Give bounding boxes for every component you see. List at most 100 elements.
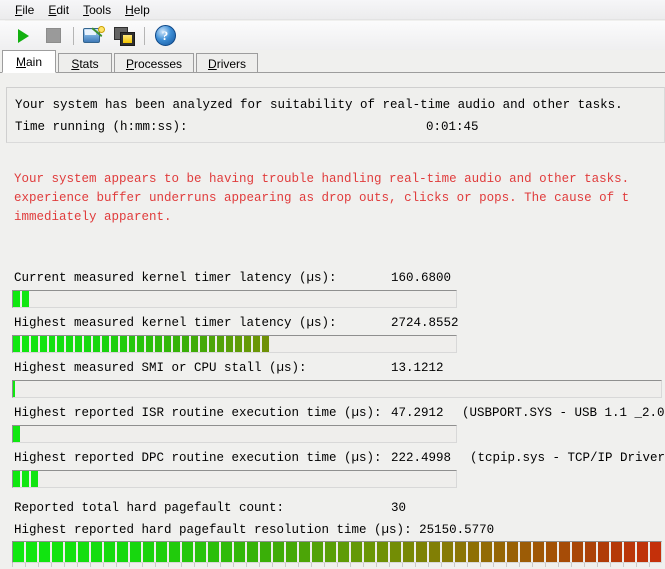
- help-button[interactable]: ?: [152, 24, 178, 48]
- bar-segment: [195, 542, 206, 562]
- menu-item-help[interactable]: Help: [118, 2, 157, 18]
- bar-segment: [30, 336, 38, 352]
- metric-2-value: 13.1212: [391, 361, 444, 375]
- bar-segment: [48, 336, 56, 352]
- tab-stats-rest: tats: [79, 56, 99, 71]
- pagefault-count-label: Reported total hard pagefault count:: [14, 501, 285, 515]
- bar-segment: [260, 542, 271, 562]
- metric-1-value: 2724.8552: [391, 316, 459, 330]
- bar-segment: [164, 336, 172, 352]
- bar-segment: [30, 471, 38, 487]
- bar-segment: [13, 471, 20, 487]
- bar-segment: [39, 542, 50, 562]
- bar-segment: [650, 542, 661, 562]
- bar-segment: [199, 336, 207, 352]
- tab-processes-accel: P: [126, 56, 135, 71]
- menu-item-edit[interactable]: Edit: [41, 2, 76, 18]
- analyze-button[interactable]: [81, 24, 107, 48]
- bar-segment: [338, 542, 349, 562]
- menu-item-tools[interactable]: Tools: [76, 2, 118, 18]
- bar-segment: [78, 542, 89, 562]
- tab-processes[interactable]: Processes: [114, 53, 195, 73]
- bar-segment: [65, 542, 76, 562]
- metric-0-bar: [12, 290, 457, 308]
- metric-1-bar: [12, 335, 457, 353]
- tab-drivers[interactable]: Drivers: [196, 53, 259, 73]
- start-button[interactable]: [10, 24, 36, 48]
- play-icon: [17, 28, 29, 43]
- pagefault-bar-fill: [13, 542, 661, 562]
- bar-segment: [169, 542, 180, 562]
- bar-segment: [21, 336, 29, 352]
- layers-icon: [113, 26, 135, 46]
- menu-help-rest: elp: [133, 2, 150, 17]
- pagefault-resolution-label: Highest reported hard pagefault resoluti…: [14, 523, 495, 537]
- bar-segment: [104, 542, 115, 562]
- warning-line-2: experience buffer underruns appearing as…: [14, 191, 630, 205]
- bar-segment: [156, 542, 167, 562]
- bar-segment: [130, 542, 141, 562]
- time-running-label: Time running (h:mm:ss):: [15, 120, 188, 134]
- metric-3-label: Highest reported ISR routine execution t…: [14, 406, 382, 420]
- bar-segment: [572, 542, 583, 562]
- bar-segment: [221, 542, 232, 562]
- bar-segment: [403, 542, 414, 562]
- metric-4-label: Highest reported DPC routine execution t…: [14, 451, 382, 465]
- tab-bar: Main Stats Processes Drivers: [0, 50, 665, 73]
- bar-segment: [624, 542, 635, 562]
- tab-main-accel: M: [15, 54, 26, 69]
- stop-button[interactable]: [40, 24, 66, 48]
- bar-segment: [312, 542, 323, 562]
- bar-segment: [546, 542, 557, 562]
- tab-stats[interactable]: Stats: [58, 53, 112, 73]
- bar-segment: [533, 542, 544, 562]
- time-running-value: 0:01:45: [426, 120, 479, 134]
- bar-segment: [13, 291, 20, 307]
- bar-segment: [93, 336, 100, 352]
- bar-segment: [173, 336, 180, 352]
- bar-segment: [494, 542, 505, 562]
- bar-segment: [226, 336, 234, 352]
- bar-segment: [507, 542, 518, 562]
- metric-2-bar: [12, 380, 662, 398]
- bar-segment: [390, 542, 401, 562]
- metric-2-label: Highest measured SMI or CPU stall (µs):: [14, 361, 307, 375]
- tab-main-rest: ain: [25, 54, 42, 69]
- bar-segment: [351, 542, 362, 562]
- metric-4-bar-fill: [13, 471, 40, 487]
- analyze-icon: [83, 25, 105, 46]
- tab-drivers-rest: rivers: [216, 56, 247, 71]
- main-panel: Your system has been analyzed for suitab…: [0, 73, 665, 569]
- bar-segment: [208, 542, 219, 562]
- bar-segment: [13, 336, 20, 352]
- toolbar-separator-1: [73, 26, 74, 45]
- bar-segment: [299, 542, 310, 562]
- bar-segment: [235, 336, 243, 352]
- bar-segment: [598, 542, 609, 562]
- bar-segment: [110, 336, 118, 352]
- metric-4-bar: [12, 470, 457, 488]
- pagefault-count-value: 30: [391, 501, 407, 515]
- bar-segment: [286, 542, 297, 562]
- bar-segment: [13, 542, 24, 562]
- summary-panel: Your system has been analyzed for suitab…: [6, 87, 665, 143]
- menu-file-rest: ile: [22, 2, 35, 17]
- bar-segment: [217, 336, 225, 352]
- metric-0-label: Current measured kernel timer latency (µ…: [14, 271, 337, 285]
- bar-segment: [39, 336, 47, 352]
- tab-main[interactable]: Main: [2, 50, 56, 73]
- menu-edit-rest: dit: [56, 2, 70, 17]
- help-icon: ?: [154, 25, 176, 46]
- bar-segment: [244, 336, 252, 352]
- bar-segment: [442, 542, 453, 562]
- bar-segment: [273, 542, 284, 562]
- metric-1-label: Highest measured kernel timer latency (µ…: [14, 316, 337, 330]
- bar-segment: [377, 542, 388, 562]
- bar-segment: [137, 336, 145, 352]
- metric-4-value: 222.4998: [391, 451, 452, 465]
- menu-item-file[interactable]: File: [8, 2, 41, 18]
- metric-3-bar: [12, 425, 457, 443]
- bar-segment: [146, 336, 154, 352]
- bar-segment: [75, 336, 83, 352]
- windows-button[interactable]: [111, 24, 137, 48]
